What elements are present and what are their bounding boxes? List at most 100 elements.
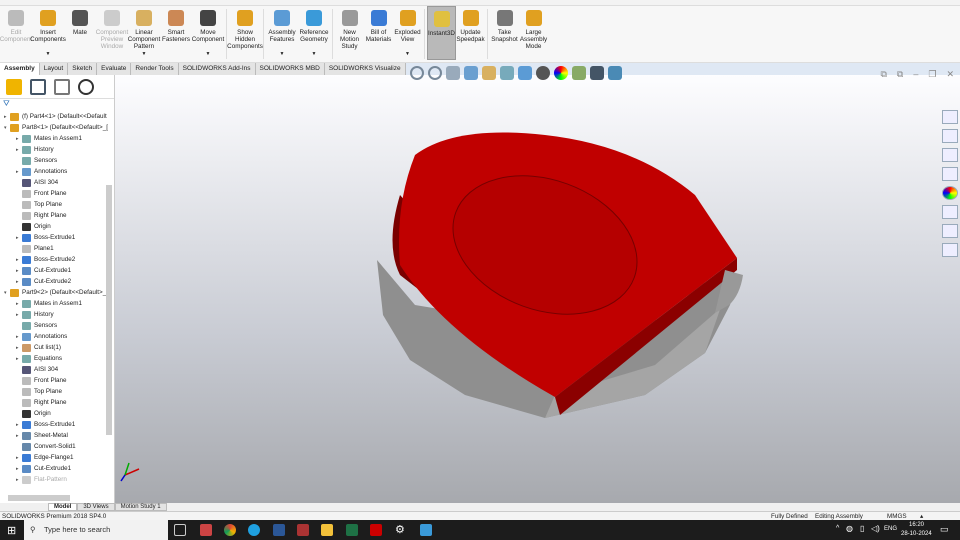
zoom-to-area-icon[interactable] xyxy=(428,66,442,80)
tree-item[interactable]: Convert-Solid1 xyxy=(0,441,114,452)
tile-icon[interactable]: ⧉ xyxy=(897,69,903,80)
tree-item[interactable]: ▾ Part8<1> (Default<<Default>_[ xyxy=(0,122,114,133)
tree-item[interactable]: AISI 304 xyxy=(0,364,114,375)
tree-vertical-scrollbar[interactable] xyxy=(106,185,112,435)
task-view-icon[interactable] xyxy=(174,524,186,536)
minimize-icon[interactable]: – xyxy=(913,69,918,80)
hide-show-items-icon[interactable] xyxy=(536,66,550,80)
dropdown-arrow-icon[interactable]: ▼ xyxy=(142,51,147,58)
instant3d-button[interactable]: Instant3D xyxy=(427,6,456,60)
dropdown-arrow-icon[interactable]: ▼ xyxy=(312,51,317,58)
tree-item[interactable]: Origin xyxy=(0,221,114,232)
view-palette-icon[interactable] xyxy=(942,167,958,181)
maximize-icon[interactable]: ❐ xyxy=(928,69,936,80)
tab-evaluate[interactable]: Evaluate xyxy=(97,63,132,75)
tab-layout[interactable]: Layout xyxy=(39,63,69,75)
apply-scene-icon[interactable] xyxy=(572,66,586,80)
tree-item[interactable]: ▸ History xyxy=(0,309,114,320)
tray-chevron-icon[interactable]: ^ xyxy=(836,525,839,532)
tab-assembly[interactable]: Assembly xyxy=(0,63,40,75)
tree-item[interactable]: ▸ Cut-Extrude2 xyxy=(0,276,114,287)
tab-solidworks-mbd[interactable]: SOLIDWORKS MBD xyxy=(255,63,325,75)
tree-item[interactable]: ▸ History xyxy=(0,144,114,155)
clock-time[interactable]: 16:20 xyxy=(909,522,924,528)
tree-item[interactable]: Front Plane xyxy=(0,375,114,386)
battery-icon[interactable]: ▯ xyxy=(860,524,864,533)
tree-item[interactable]: Right Plane xyxy=(0,397,114,408)
mate-button[interactable]: Mate xyxy=(64,6,96,60)
close-icon[interactable]: ✕ xyxy=(946,69,954,80)
exploded-view-button[interactable]: Exploded View ▼ xyxy=(393,6,422,60)
app-icon-2[interactable] xyxy=(297,524,309,536)
tree-item[interactable]: ▸ Cut-Extrude1 xyxy=(0,265,114,276)
excel-icon[interactable] xyxy=(346,524,358,536)
move-component-button[interactable]: Move Component ▼ xyxy=(192,6,224,60)
network-icon[interactable]: ◍ xyxy=(846,524,853,533)
tree-item[interactable]: ▸ Cut-Extrude1 xyxy=(0,463,114,474)
update-speedpak-button[interactable]: Update Speedpak xyxy=(456,6,485,60)
tree-item[interactable]: ▸ Annotations xyxy=(0,331,114,342)
bottom-tab-motion-study-1[interactable]: Motion Study 1 xyxy=(114,503,167,511)
taskbar-search-box[interactable]: ⚲ Type here to search xyxy=(24,520,168,540)
edge-icon[interactable] xyxy=(248,524,260,536)
previous-view-icon[interactable] xyxy=(446,66,460,80)
dynamic-annotation-icon[interactable] xyxy=(482,66,496,80)
section-view-icon[interactable] xyxy=(464,66,478,80)
recording-icon[interactable] xyxy=(942,243,958,257)
tree-item[interactable]: ▸ Boss-Extrude2 xyxy=(0,254,114,265)
configuration-manager-tab-icon[interactable] xyxy=(54,78,70,95)
tree-item[interactable]: ▸ Boss-Extrude1 xyxy=(0,419,114,430)
app-icon-3[interactable] xyxy=(420,524,432,536)
large-assembly-mode-button[interactable]: Large Assembly Mode xyxy=(519,6,548,60)
edit-appearance-icon[interactable] xyxy=(554,66,568,80)
take-snapshot-button[interactable]: Take Snapshot xyxy=(490,6,519,60)
bill-of-materials-button[interactable]: Bill of Materials xyxy=(364,6,393,60)
windows-start-icon[interactable]: ⊞ xyxy=(7,524,16,537)
tree-item[interactable]: ▸ (f) Part4<1> (Default<<Default xyxy=(0,111,114,122)
solidworks-taskbar-icon[interactable] xyxy=(370,524,382,536)
tree-item[interactable]: Top Plane xyxy=(0,386,114,397)
tab-solidworks-add-ins[interactable]: SOLIDWORKS Add-Ins xyxy=(178,63,256,75)
reference-geometry-button[interactable]: Reference Geometry ▼ xyxy=(298,6,330,60)
assembly-features-button[interactable]: Assembly Features ▼ xyxy=(266,6,298,60)
show-hidden-components-button[interactable]: Show Hidden Components xyxy=(227,6,263,60)
dropdown-arrow-icon[interactable]: ▼ xyxy=(280,51,285,58)
language-indicator[interactable]: ENG xyxy=(884,526,897,532)
tree-item[interactable]: ▸ Cut list(1) xyxy=(0,342,114,353)
filter-icon[interactable]: ⛛ xyxy=(0,99,114,111)
tree-item[interactable]: ▸ Sheet-Metal xyxy=(0,430,114,441)
tree-item[interactable]: ▸ Mates in Assem1 xyxy=(0,298,114,309)
tree-horizontal-scrollbar[interactable] xyxy=(8,495,70,501)
dropdown-arrow-icon[interactable]: ▼ xyxy=(405,51,410,58)
insert-components-button[interactable]: Insert Components ▼ xyxy=(30,6,66,60)
solidworks-resources-icon[interactable] xyxy=(942,110,958,124)
clock-date[interactable]: 28-10-2024 xyxy=(901,531,932,537)
property-manager-tab-icon[interactable] xyxy=(30,78,46,95)
dimxpert-tab-icon[interactable] xyxy=(78,78,94,95)
chrome-icon[interactable] xyxy=(224,524,236,536)
tree-item[interactable]: AISI 304 xyxy=(0,177,114,188)
tree-item[interactable]: Front Plane xyxy=(0,188,114,199)
design-library-icon[interactable] xyxy=(942,129,958,143)
dropdown-arrow-icon[interactable]: ▼ xyxy=(46,51,51,58)
tab-render-tools[interactable]: Render Tools xyxy=(131,63,179,75)
dropdown-arrow-icon[interactable]: ▼ xyxy=(206,51,211,58)
feature-manager-tab-icon[interactable] xyxy=(6,78,22,95)
custom-properties-icon[interactable] xyxy=(942,205,958,219)
bottom-tab-3d-views[interactable]: 3D Views xyxy=(77,503,115,511)
tree-item[interactable]: Sensors xyxy=(0,155,114,166)
new-motion-study-button[interactable]: New Motion Study xyxy=(335,6,364,60)
tree-item[interactable]: ▾ Part9<2> (Default<<Default>_[ xyxy=(0,287,114,298)
view-settings-icon[interactable] xyxy=(590,66,604,80)
tree-item[interactable]: ▸ Flat-Pattern xyxy=(0,474,114,485)
edit-component-button[interactable]: Edit Component xyxy=(0,6,32,60)
tree-item[interactable]: ▸ Boss-Extrude1 xyxy=(0,232,114,243)
notification-icon[interactable]: ▭ xyxy=(940,524,949,535)
tab-sketch[interactable]: Sketch xyxy=(68,63,98,75)
word-icon[interactable] xyxy=(273,524,285,536)
tree-item[interactable]: Top Plane xyxy=(0,199,114,210)
display-triad-icon[interactable] xyxy=(608,66,622,80)
appearances-icon[interactable] xyxy=(942,186,958,200)
forum-icon[interactable] xyxy=(942,224,958,238)
tree-item[interactable]: ▸ Edge-Flange1 xyxy=(0,452,114,463)
